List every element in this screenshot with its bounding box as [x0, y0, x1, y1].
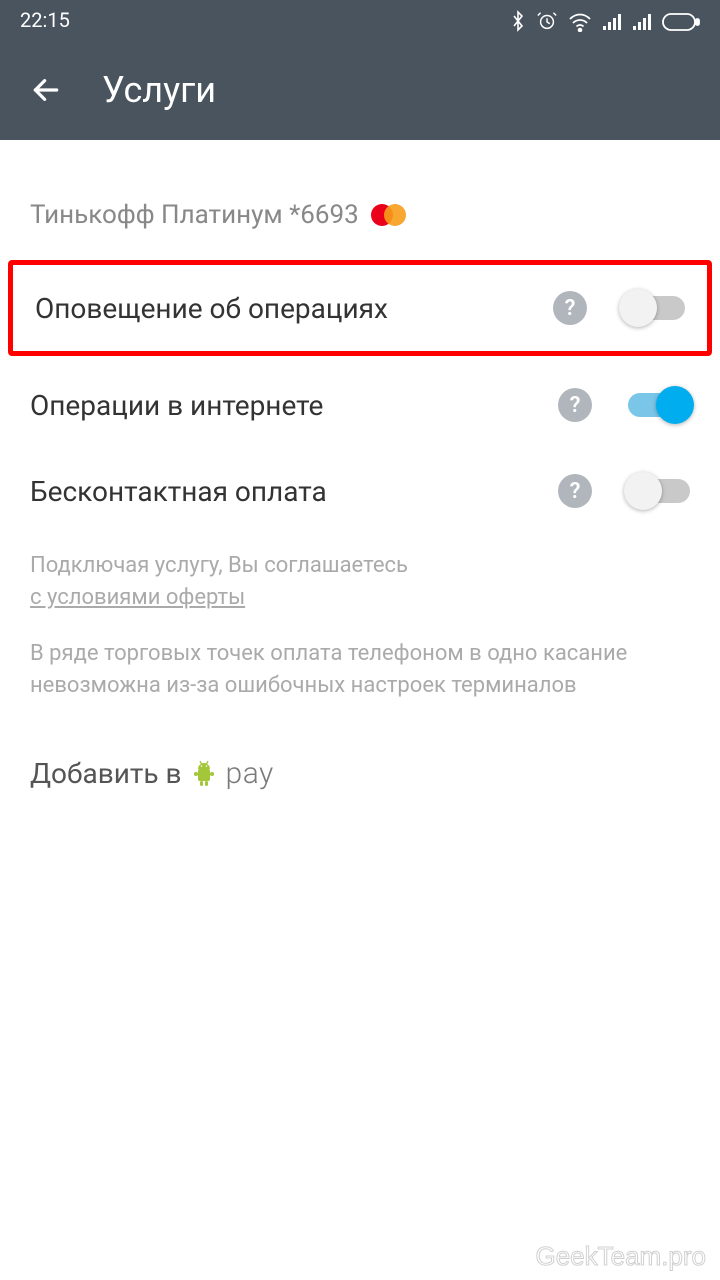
mastercard-icon: [371, 204, 406, 226]
setting-label: Оповещение об операциях: [35, 292, 553, 325]
setting-label: Операции в интернете: [30, 389, 558, 422]
highlight-box: Оповещение об операциях ?: [8, 260, 712, 356]
setting-row-notifications: Оповещение об операциях ?: [13, 265, 707, 351]
toggle-notifications[interactable]: [623, 296, 685, 320]
status-icons: [510, 8, 700, 33]
help-icon[interactable]: ?: [553, 291, 587, 325]
addpay-prefix: Добавить в: [30, 757, 182, 790]
setting-row-internet-ops: Операции в интернете ?: [0, 362, 720, 448]
disclaimer-note: В ряде торговых точек оплата телефоном в…: [0, 630, 720, 732]
app-bar: Услуги: [0, 40, 720, 140]
help-icon[interactable]: ?: [558, 474, 592, 508]
toggle-internet-ops[interactable]: [628, 393, 690, 417]
disclaimer: Подключая услугу, Вы соглашаетесь с усло…: [0, 534, 720, 630]
offer-terms-link[interactable]: с условиями оферты: [30, 585, 245, 610]
signal-icon-2: [632, 8, 652, 32]
status-bar: 22:15: [0, 0, 720, 40]
setting-row-contactless: Бесконтактная оплата ?: [0, 448, 720, 534]
card-header: Тинькофф Платинум *6693: [0, 140, 720, 260]
add-to-android-pay[interactable]: Добавить в pay: [0, 732, 720, 815]
status-time: 22:15: [20, 8, 70, 32]
disclaimer-text: Подключая услугу, Вы соглашаетесь: [30, 553, 408, 578]
battery-icon: [662, 8, 700, 32]
bluetooth-icon: [510, 8, 526, 33]
content: Тинькофф Платинум *6693 Оповещение об оп…: [0, 140, 720, 815]
alarm-icon: [536, 8, 558, 33]
wifi-icon: [568, 8, 592, 32]
setting-label: Бесконтактная оплата: [30, 475, 558, 508]
android-icon: [192, 759, 216, 787]
watermark: GeekTeam.pro: [535, 1241, 706, 1272]
signal-icon-1: [602, 8, 622, 32]
back-button[interactable]: [30, 74, 62, 106]
card-name: Тинькофф Платинум *6693: [30, 200, 359, 230]
pay-label: pay: [226, 756, 274, 791]
help-icon[interactable]: ?: [558, 388, 592, 422]
toggle-contactless[interactable]: [628, 479, 690, 503]
page-title: Услуги: [102, 69, 216, 111]
